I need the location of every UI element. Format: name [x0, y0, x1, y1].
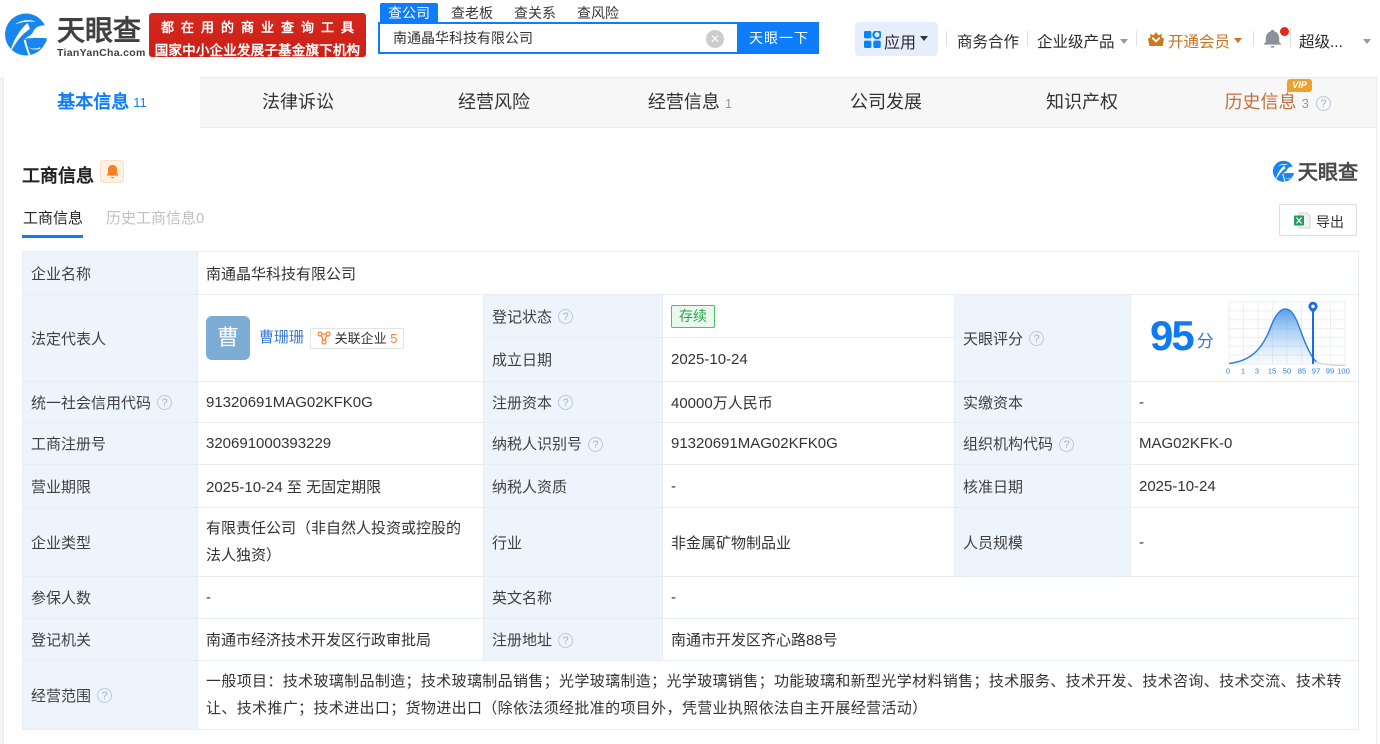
svg-text:100: 100 [1337, 367, 1350, 376]
svg-text:97: 97 [1312, 367, 1320, 376]
svg-text:85: 85 [1298, 367, 1306, 376]
svg-text:50: 50 [1283, 367, 1291, 376]
svg-text:99: 99 [1326, 367, 1334, 376]
svg-text:3: 3 [1255, 367, 1259, 376]
svg-text:0: 0 [1226, 367, 1230, 376]
svg-text:1: 1 [1241, 367, 1245, 376]
svg-text:15: 15 [1268, 367, 1276, 376]
svg-text:天眼查: 天眼查 [1298, 160, 1359, 183]
